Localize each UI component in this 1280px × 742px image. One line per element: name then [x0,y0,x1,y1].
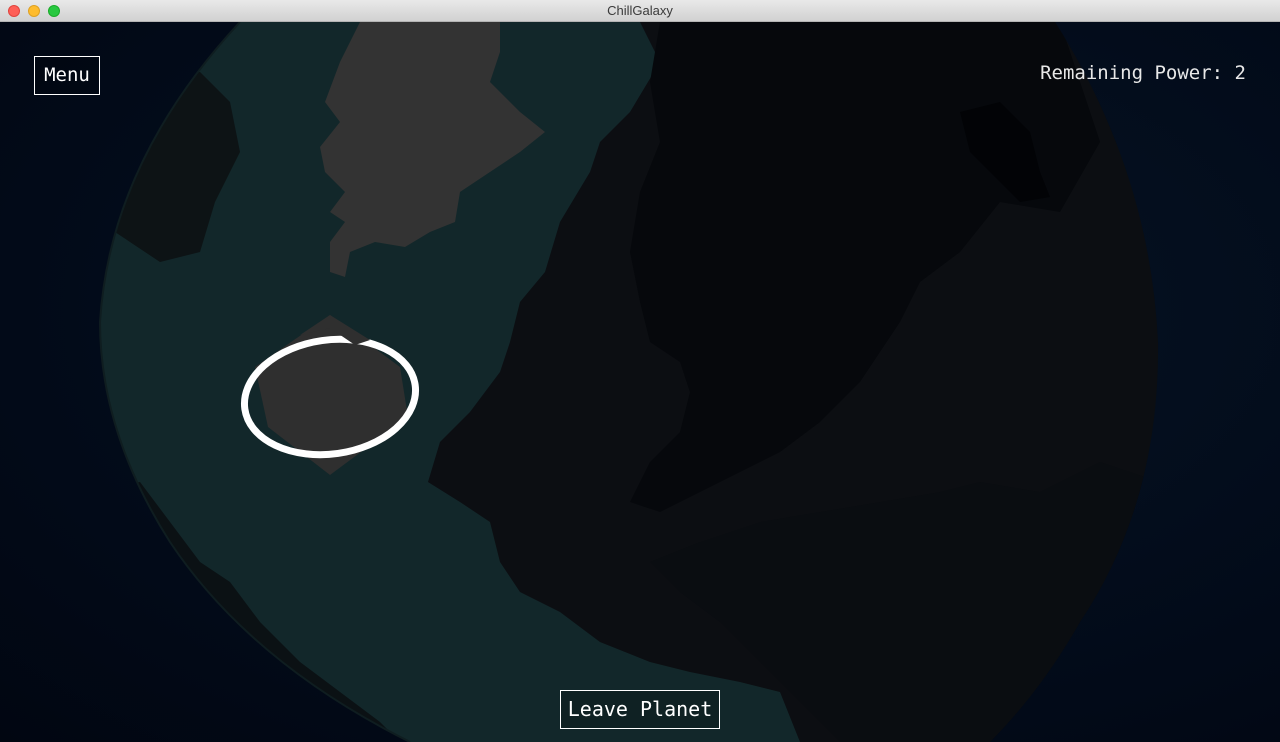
app-window: ChillGalaxy Menu Remaining Power: 2 Leav… [0,0,1280,742]
remaining-power-value: 2 [1234,62,1246,84]
window-title: ChillGalaxy [607,3,673,18]
game-viewport[interactable]: Menu Remaining Power: 2 Leave Planet [0,22,1280,742]
planet-scene[interactable] [0,22,1280,742]
remaining-power-label: Remaining Power: [1040,62,1224,84]
menu-button[interactable]: Menu [34,56,100,95]
remaining-power-readout: Remaining Power: 2 [1040,62,1246,84]
leave-planet-button[interactable]: Leave Planet [560,690,720,729]
title-bar[interactable]: ChillGalaxy [0,0,1280,22]
